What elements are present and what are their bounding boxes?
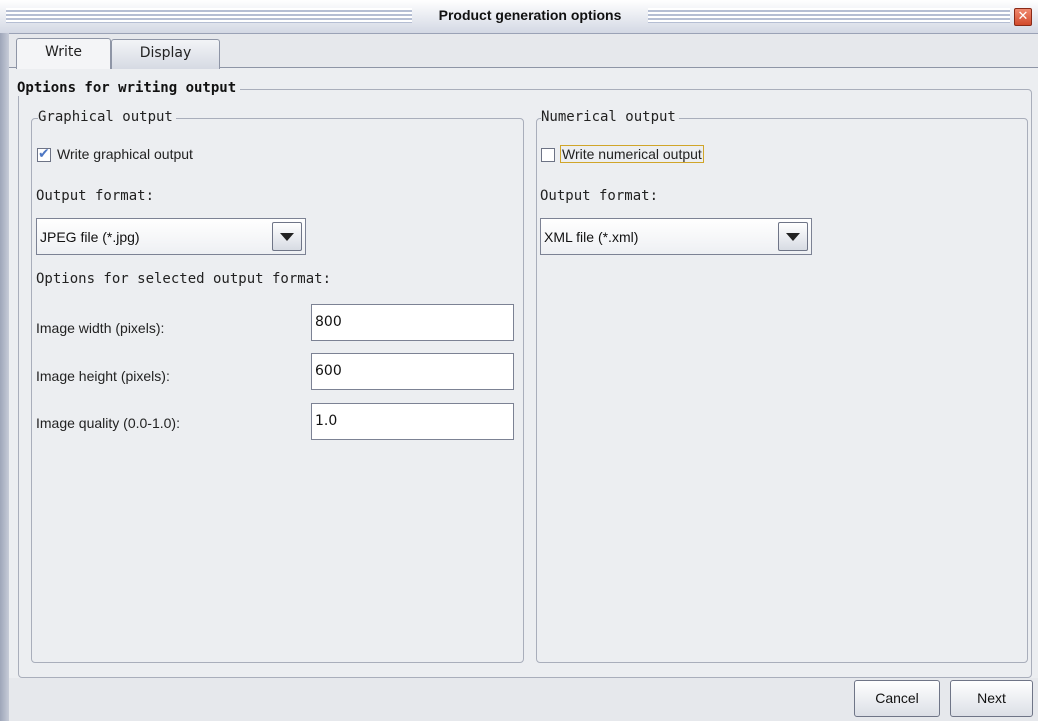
- tab-strip: Write Display: [9, 33, 1038, 69]
- window-title: Product generation options: [438, 7, 622, 23]
- graphical-format-value: JPEG file (*.jpg): [40, 229, 140, 245]
- tab-display[interactable]: Display: [111, 39, 220, 69]
- format-options-label: Options for selected output format:: [36, 271, 332, 287]
- write-graphical-checkbox[interactable]: ✔: [37, 146, 51, 162]
- title-bar: Product generation options ✕: [0, 0, 1038, 34]
- write-graphical-label[interactable]: Write graphical output: [57, 146, 193, 162]
- numerical-format-value: XML file (*.xml): [544, 229, 639, 245]
- chevron-down-icon[interactable]: [272, 222, 302, 251]
- write-numerical-label[interactable]: Write numerical output: [560, 145, 704, 163]
- chevron-down-icon[interactable]: [778, 222, 808, 251]
- write-numerical-checkbox[interactable]: [541, 148, 555, 162]
- title-bar-grip-left: [6, 8, 412, 23]
- image-quality-label: Image quality (0.0-1.0):: [36, 415, 180, 431]
- tab-write[interactable]: Write: [16, 38, 111, 69]
- next-button[interactable]: Next: [950, 680, 1033, 717]
- image-height-input[interactable]: 600: [311, 353, 514, 390]
- title-bar-grip-right: [648, 8, 1010, 23]
- numerical-format-select[interactable]: XML file (*.xml): [540, 218, 812, 255]
- graphical-format-label: Output format:: [36, 188, 155, 204]
- close-icon[interactable]: ✕: [1014, 8, 1032, 26]
- window-left-border: [0, 33, 9, 721]
- image-height-label: Image height (pixels):: [36, 368, 170, 384]
- checkmark-icon: ✔: [38, 146, 50, 162]
- image-width-input[interactable]: 800: [311, 304, 514, 341]
- options-group-title: Options for writing output: [17, 80, 241, 96]
- numerical-format-label: Output format:: [540, 188, 659, 204]
- image-width-label: Image width (pixels):: [36, 320, 165, 336]
- image-quality-input[interactable]: 1.0: [311, 403, 514, 440]
- dialog-window: Product generation options ✕ Write Displ…: [0, 0, 1038, 721]
- graphical-output-title: Graphical output: [38, 109, 176, 125]
- cancel-button[interactable]: Cancel: [854, 680, 940, 717]
- numerical-output-title: Numerical output: [541, 109, 679, 125]
- graphical-format-select[interactable]: JPEG file (*.jpg): [36, 218, 306, 255]
